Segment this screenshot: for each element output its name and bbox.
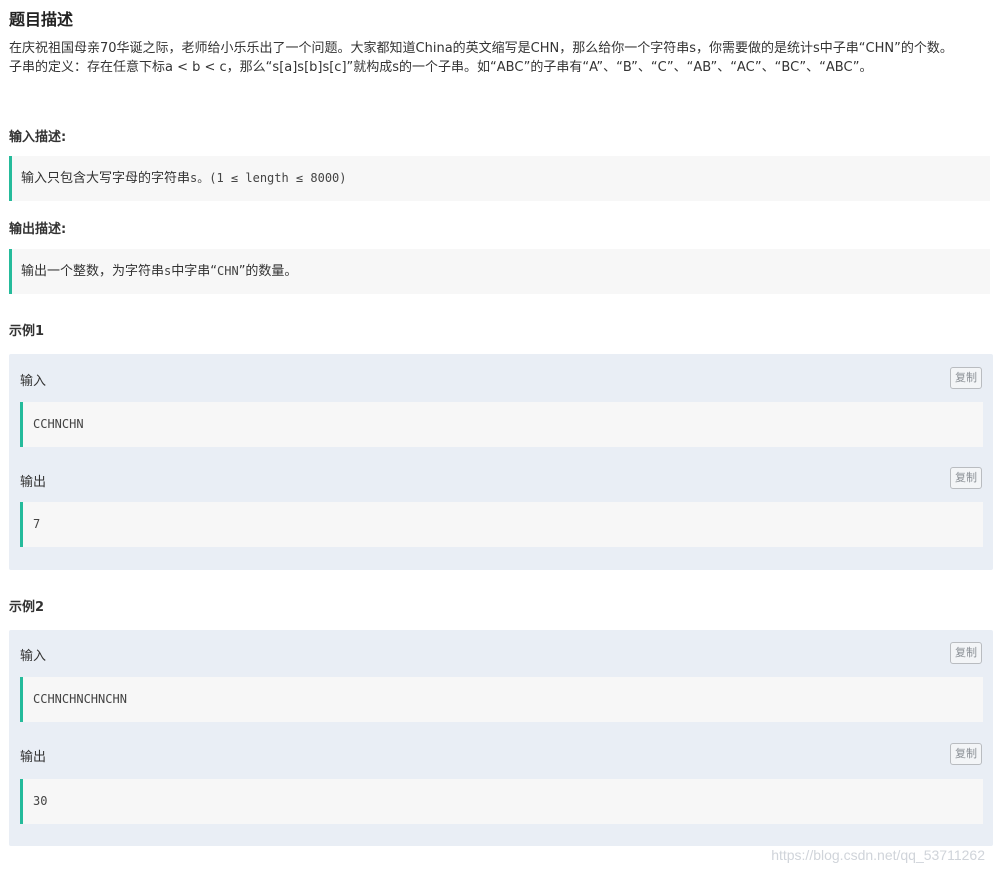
example-2-input-copy-button[interactable]: 复制 (950, 642, 982, 664)
description-line-1: 在庆祝祖国母亲70华诞之际，老师给小乐乐出了一个问题。大家都知道China的英文… (9, 41, 953, 56)
example-1-output-label: 输出 (20, 475, 47, 490)
example-2-label: 示例2 (9, 600, 45, 615)
watermark-text: https://blog.csdn.net/qq_53711262 (771, 847, 985, 863)
example-1-input-value: CCHNCHN (20, 402, 983, 447)
description-line-2: 子串的定义：存在任意下标a < b < c，那么“s[a]s[b]s[c]”就构… (9, 60, 873, 75)
output-description-block: 输出一个整数，为字符串s中字串“CHN”的数量。 (9, 249, 990, 294)
output-description-chn: CHN (217, 264, 239, 278)
example-2-output-copy-button[interactable]: 复制 (950, 743, 982, 765)
problem-title: 题目描述 (9, 10, 74, 29)
example-2-input-value: CCHNCHNCHNCHN (20, 677, 983, 722)
example-1-input-label: 输入 (20, 374, 47, 389)
output-description-label: 输出描述: (9, 222, 67, 237)
output-description-text-1: 输出一个整数，为字符串 (21, 264, 165, 279)
input-description-label: 输入描述: (9, 130, 67, 145)
output-description-text-3: ”的数量。 (238, 264, 298, 279)
example-1-box: 输入 复制 CCHNCHN 输出 复制 7 (9, 354, 993, 570)
example-2-box: 输入 复制 CCHNCHNCHNCHN 输出 复制 30 (9, 630, 993, 846)
example-2-output-label: 输出 (20, 750, 47, 765)
input-description-block: 输入只包含大写字母的字符串s。(1 ≤ length ≤ 8000) (9, 156, 990, 201)
example-1-label: 示例1 (9, 324, 45, 339)
example-2-output-value: 30 (20, 779, 983, 824)
example-1-input-copy-button[interactable]: 复制 (950, 367, 982, 389)
example-1-output-copy-button[interactable]: 复制 (950, 467, 982, 489)
example-1-output-value: 7 (20, 502, 983, 547)
problem-description: 在庆祝祖国母亲70华诞之际，老师给小乐乐出了一个问题。大家都知道China的英文… (9, 39, 993, 77)
input-description-text: 输入只包含大写字母的字符串 (21, 171, 191, 186)
output-description-text-2: 中字串“ (171, 264, 217, 279)
example-2-input-label: 输入 (20, 649, 47, 664)
input-description-constraint: s。(1 ≤ length ≤ 8000) (190, 171, 347, 185)
